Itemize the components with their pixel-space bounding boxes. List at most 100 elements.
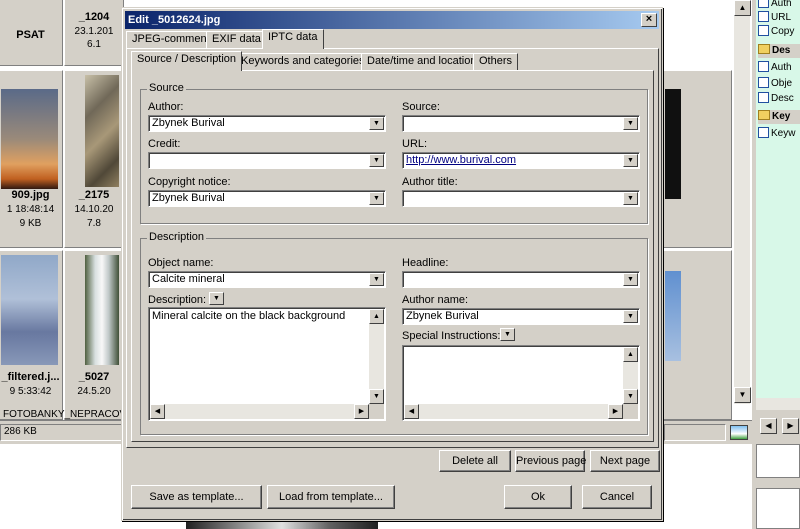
close-icon[interactable]: × [641, 13, 657, 27]
memo-vscroll[interactable]: ▲ ▼ [369, 309, 384, 404]
chevron-down-icon[interactable]: ▼ [369, 273, 384, 286]
thumbnail-image [1, 255, 58, 365]
thumbnail-tile[interactable]: _filtered.j... 9 5:33:42 [0, 250, 63, 420]
source-combo[interactable]: ▼ [402, 115, 640, 132]
field-icon [758, 127, 769, 138]
tree-item[interactable]: Obje [758, 77, 792, 91]
scroll-up-icon[interactable]: ▲ [623, 347, 638, 362]
chevron-down-icon[interactable]: ▼ [369, 192, 384, 205]
tab-keywords-categories[interactable]: Keywords and categories [235, 53, 371, 70]
author-name-combo[interactable]: Zbynek Burival ▼ [402, 308, 640, 325]
chevron-down-icon[interactable]: ▼ [369, 154, 384, 167]
tree-hscroll[interactable] [756, 398, 800, 410]
dialog-title: Edit _5012624.jpg [128, 14, 221, 26]
scroll-up-icon[interactable]: ▲ [369, 309, 384, 324]
special-dropdown-icon[interactable]: ▼ [500, 328, 515, 341]
tab-jpeg-comment[interactable]: JPEG-comment [126, 31, 216, 48]
scroll-left-icon[interactable]: ◀ [404, 404, 419, 419]
chevron-down-icon[interactable]: ▼ [369, 117, 384, 130]
thumbnail-name: 909.jpg [11, 189, 50, 201]
tab-date-time-location[interactable]: Date/time and location [361, 53, 483, 70]
thumbnail-tile[interactable]: _5027 24.5.20 [64, 250, 124, 420]
field-icon [758, 92, 769, 103]
memo-vscroll[interactable]: ▲ ▼ [623, 347, 638, 404]
url-combo[interactable]: http://www.burival.com ▼ [402, 152, 640, 169]
tree-item[interactable]: Auth [758, 0, 792, 11]
author-combo[interactable]: Zbynek Burival ▼ [148, 115, 386, 132]
description-textarea[interactable]: Mineral calcite on the black background … [148, 307, 386, 421]
scroll-right-icon[interactable]: ▶ [608, 404, 623, 419]
arrow-left-icon[interactable]: ◀ [760, 418, 777, 434]
thumbnail-date: 1 18:48:14 [6, 204, 55, 215]
object-name-combo[interactable]: Calcite mineral ▼ [148, 271, 386, 288]
tree-item[interactable]: URL [758, 11, 791, 25]
scroll-up-icon[interactable]: ▲ [734, 0, 751, 16]
inner-tab-panel: Source Author: Zbynek Burival ▼ Source: … [131, 70, 654, 442]
thumbnail-tile[interactable] [662, 250, 732, 420]
tab-exif-data[interactable]: EXIF data [206, 31, 267, 48]
chevron-down-icon[interactable]: ▼ [623, 117, 638, 130]
next-page-button[interactable]: Next page [590, 450, 660, 472]
thumbnail-tile[interactable]: _2175 14.10.20 7.8 [64, 70, 124, 248]
copyright-label: Copyright notice: [148, 176, 231, 188]
tab-source-description[interactable]: Source / Description [131, 51, 243, 71]
ok-button[interactable]: Ok [504, 485, 572, 509]
chevron-down-icon[interactable]: ▼ [623, 273, 638, 286]
special-instructions-textarea[interactable]: ▲ ▼ ◀ ▶ [402, 345, 640, 421]
tree-folder[interactable]: Key [758, 110, 800, 124]
scroll-right-icon[interactable]: ▶ [354, 404, 369, 419]
field-icon [758, 11, 769, 22]
copyright-value: Zbynek Burival [152, 192, 225, 204]
thumbnail-tile[interactable]: PSAT [0, 0, 63, 66]
status-empty [664, 424, 726, 441]
chevron-down-icon[interactable]: ▼ [623, 310, 638, 323]
thumbnail-tile[interactable]: 909.jpg 1 18:48:14 9 KB [0, 70, 63, 248]
thumbnail-date: 23.1.201 [74, 26, 114, 37]
memo-hscroll[interactable]: ◀ ▶ [404, 404, 623, 419]
thumbnail-tile[interactable]: _1204 23.1.201 6.1 [64, 0, 124, 66]
preview-field [756, 488, 800, 529]
iptc-tree[interactable]: Auth URL Copy Des Auth Obje Desc Key Key… [756, 0, 800, 404]
field-icon [758, 25, 769, 36]
previous-page-button[interactable]: Previous page [515, 450, 586, 472]
dialog-titlebar[interactable]: Edit _5012624.jpg × [125, 11, 659, 29]
arrow-right-icon[interactable]: ▶ [782, 418, 799, 434]
headline-combo[interactable]: ▼ [402, 271, 640, 288]
outer-tab-panel: Source / Description Keywords and catego… [126, 48, 659, 448]
scroll-down-icon[interactable]: ▼ [623, 389, 638, 404]
url-value[interactable]: http://www.burival.com [406, 154, 516, 166]
memo-hscroll[interactable]: ◀ ▶ [150, 404, 369, 419]
tree-folder[interactable]: Des [758, 44, 800, 58]
scroll-down-icon[interactable]: ▼ [734, 387, 751, 403]
thumbnail-image [85, 75, 119, 187]
scroll-left-icon[interactable]: ◀ [150, 404, 165, 419]
description-dropdown-icon[interactable]: ▼ [209, 292, 224, 305]
copyright-combo[interactable]: Zbynek Burival ▼ [148, 190, 386, 207]
tree-item[interactable]: Keyw [758, 127, 795, 141]
description-group: Description Object name: Calcite mineral… [140, 231, 648, 435]
vertical-scrollbar[interactable]: ▲ ▼ [733, 0, 751, 404]
tree-item[interactable]: Auth [758, 61, 792, 75]
author-title-combo[interactable]: ▼ [402, 190, 640, 207]
cancel-button[interactable]: Cancel [582, 485, 652, 509]
save-template-button[interactable]: Save as template... [131, 485, 262, 509]
thumbnail-date: 9 5:33:42 [9, 386, 52, 397]
thumbnail-tile[interactable] [662, 70, 732, 248]
source-group-title: Source [147, 82, 186, 94]
tree-item[interactable]: Copy [758, 25, 794, 39]
tab-others[interactable]: Others [473, 53, 519, 70]
scroll-down-icon[interactable]: ▼ [369, 389, 384, 404]
tab-iptc-data[interactable]: IPTC data [262, 29, 324, 49]
tree-item[interactable]: Desc [758, 92, 794, 106]
chevron-down-icon[interactable]: ▼ [623, 154, 638, 167]
chevron-down-icon[interactable]: ▼ [623, 192, 638, 205]
load-template-button[interactable]: Load from template... [267, 485, 395, 509]
credit-label: Credit: [148, 138, 181, 150]
delete-all-button[interactable]: Delete all [439, 450, 511, 472]
status-size: 286 KB [0, 424, 122, 441]
field-icon [758, 61, 769, 72]
memo-corner [369, 404, 384, 419]
thumbnail-image [665, 271, 681, 361]
memo-corner [623, 404, 638, 419]
credit-combo[interactable]: ▼ [148, 152, 386, 169]
